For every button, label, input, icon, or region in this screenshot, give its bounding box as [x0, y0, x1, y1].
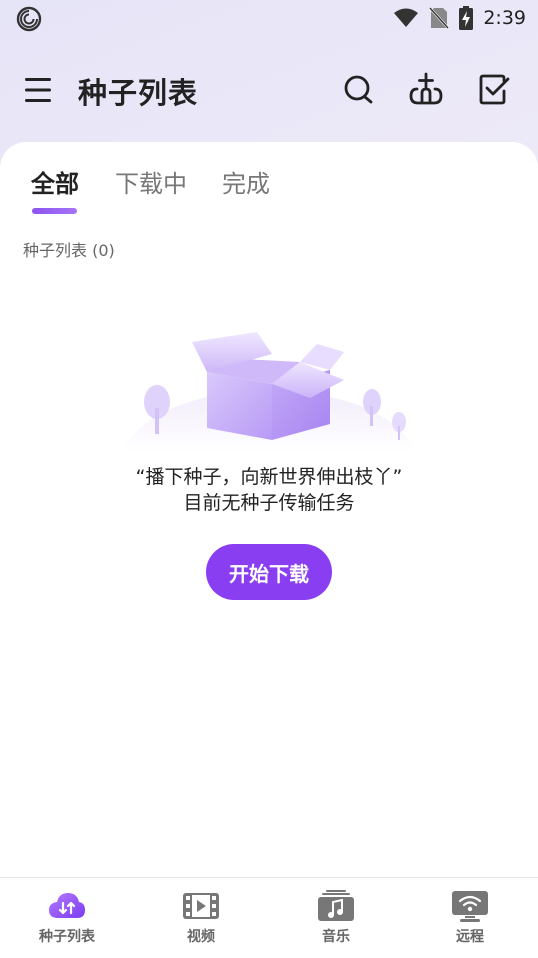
nav-item-music[interactable]: 音乐: [286, 890, 386, 950]
tab-bar: 全部 下载中 完成: [0, 160, 538, 220]
nav-label-music: 音乐: [322, 929, 350, 945]
wifi-icon: [394, 8, 419, 27]
nav-label-remote: 远程: [456, 929, 484, 945]
list-count-label: 种子列表 (0): [23, 237, 115, 261]
add-torrent-icon[interactable]: [407, 71, 445, 109]
tab-completed[interactable]: 完成: [222, 164, 270, 199]
search-icon[interactable]: [340, 71, 378, 109]
page-title: 种子列表: [78, 76, 199, 110]
empty-message: 目前无种子传输任务: [183, 492, 355, 514]
battery-charging-icon: [459, 6, 474, 30]
nav-label-video: 视频: [187, 929, 215, 945]
music-icon: [318, 890, 354, 921]
list-title: 种子列表: [23, 241, 88, 260]
start-download-button[interactable]: 开始下载: [206, 544, 332, 600]
app-bar: 种子列表: [0, 58, 538, 122]
menu-icon[interactable]: [22, 74, 56, 106]
film-icon: [183, 893, 219, 919]
content-card: 全部 下载中 完成 种子列表 (0) “播下种子，向新世界伸出枝丫” 目前无种子…: [0, 142, 538, 877]
nav-item-video[interactable]: 视频: [151, 890, 251, 950]
app-logo-icon: [16, 6, 42, 32]
tab-all[interactable]: 全部: [31, 164, 79, 199]
select-icon[interactable]: [475, 71, 513, 109]
tab-indicator: [32, 208, 77, 214]
nav-item-torrents[interactable]: 种子列表: [17, 890, 117, 950]
status-bar: 2:39: [0, 0, 538, 40]
bottom-nav: 种子列表 视频 音乐 远程: [0, 877, 538, 958]
status-icons: 2:39: [393, 4, 526, 32]
remote-wifi-icon: [452, 891, 488, 922]
nav-label-torrents: 种子列表: [39, 929, 95, 945]
list-count: (0): [92, 241, 115, 260]
empty-box-icon: [122, 332, 416, 452]
cloud-transfer-icon: [49, 893, 85, 918]
status-time: 2:39: [483, 7, 526, 29]
no-sim-icon: [429, 7, 450, 29]
tab-downloading[interactable]: 下载中: [115, 164, 187, 199]
nav-item-remote[interactable]: 远程: [420, 890, 520, 950]
empty-quote: “播下种子，向新世界伸出枝丫”: [135, 466, 403, 488]
